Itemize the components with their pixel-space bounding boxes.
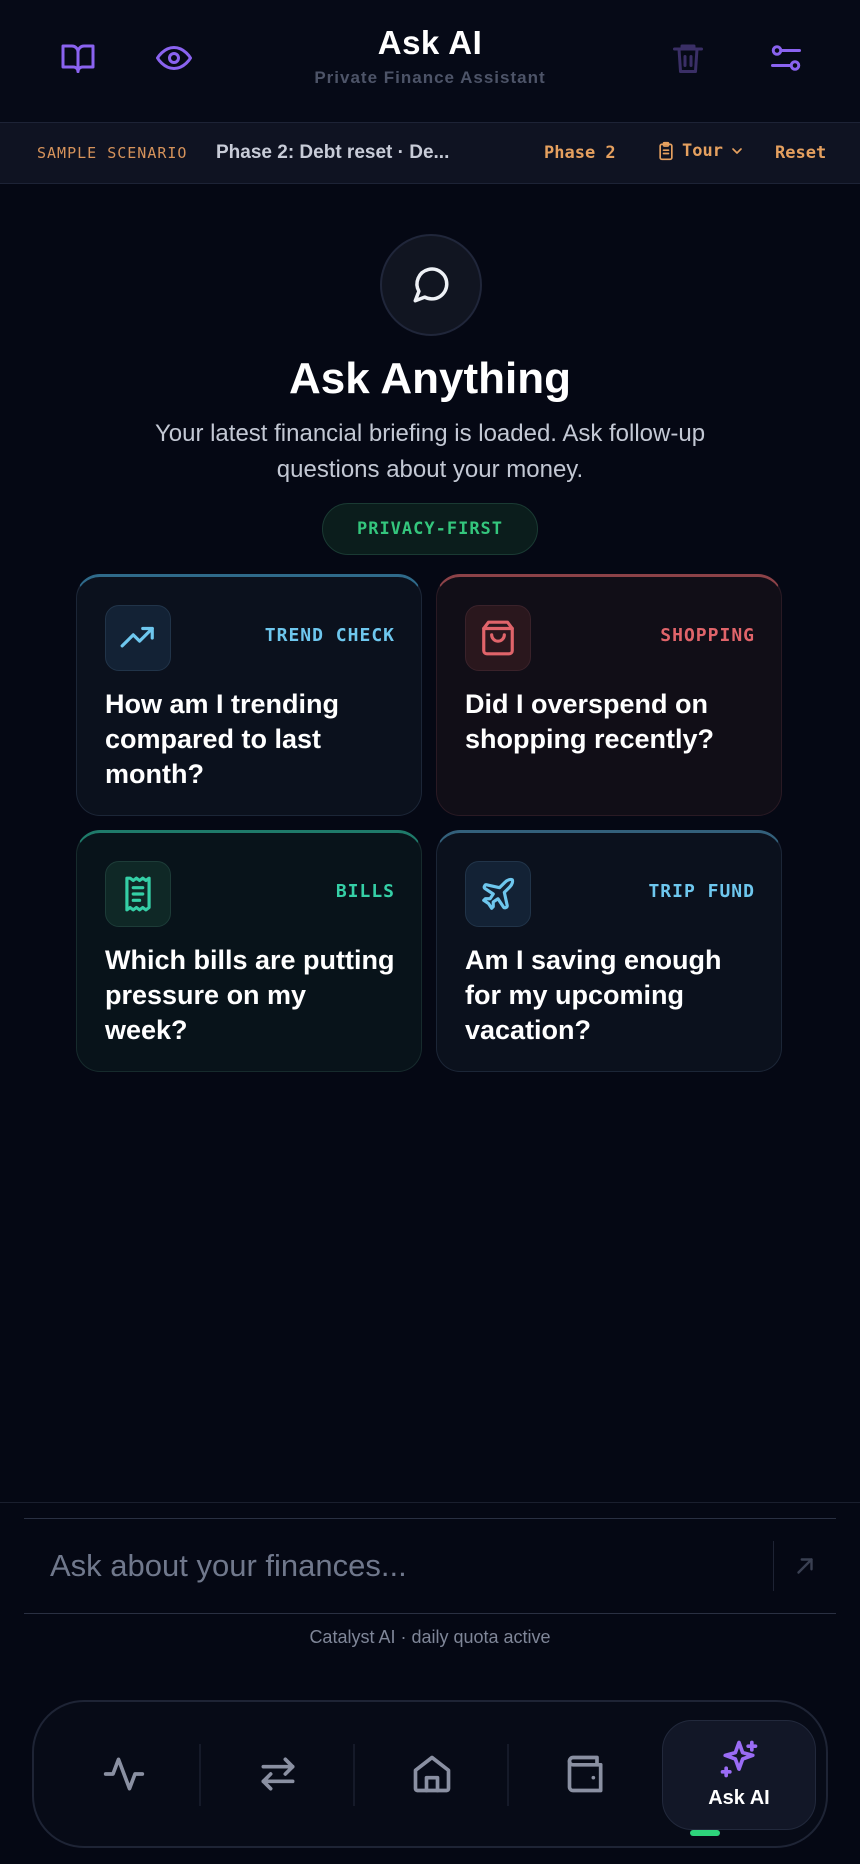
wallet-icon xyxy=(567,1755,603,1793)
composer-divider xyxy=(0,1502,860,1503)
quota-status: Catalyst AI · daily quota active xyxy=(309,1627,551,1647)
card-tag: BILLS xyxy=(335,881,395,902)
home-icon xyxy=(413,1755,451,1793)
nav-wallet[interactable] xyxy=(526,1722,646,1826)
clipboard-icon xyxy=(659,141,673,161)
scenario-phase-description[interactable]: Phase 2: Debt reset · De... xyxy=(216,142,449,164)
activity-icon xyxy=(103,1757,145,1791)
receipt-icon xyxy=(125,876,151,912)
card-tag: TREND CHECK xyxy=(264,625,395,646)
bills-icon-box xyxy=(105,861,171,927)
trend-icon-box xyxy=(105,605,171,671)
app-header: Ask AI Private Finance Assistant xyxy=(0,0,860,122)
card-question: How am I trending compared to last month… xyxy=(105,689,340,789)
nav-divider xyxy=(353,1744,355,1806)
transfer-icon xyxy=(261,1757,295,1791)
reset-button[interactable]: Reset xyxy=(775,143,826,163)
nav-ask-ai[interactable]: Ask AI xyxy=(662,1720,816,1830)
privacy-badge: PRIVACY-FIRST xyxy=(322,503,538,555)
suggestion-card-bills[interactable]: BILLS Which bills are putting pressure o… xyxy=(76,830,422,1072)
tour-dropdown[interactable]: Tour xyxy=(656,141,745,161)
trending-up-icon xyxy=(120,626,154,648)
suggestion-card-trip[interactable]: TRIP FUND Am I saving enough for my upco… xyxy=(436,830,782,1072)
card-tag: TRIP FUND xyxy=(648,881,755,902)
clear-chat-button[interactable] xyxy=(660,30,716,86)
settings-button[interactable] xyxy=(758,30,814,86)
shopping-bag-icon xyxy=(482,620,514,656)
nav-home[interactable] xyxy=(372,1722,492,1826)
chevron-down-icon xyxy=(732,148,742,154)
page-title: Ask AI xyxy=(377,24,483,61)
shopping-icon-box xyxy=(465,605,531,671)
card-question: Did I overspend on shopping recently? xyxy=(465,689,715,754)
trip-icon-box xyxy=(465,861,531,927)
plane-icon xyxy=(482,877,515,910)
chat-bubble-badge xyxy=(380,234,482,336)
hero-title: Ask Anything xyxy=(289,354,571,403)
scenario-label: SAMPLE SCENARIO xyxy=(37,144,188,162)
nav-divider xyxy=(199,1744,201,1806)
page-subtitle: Private Finance Assistant xyxy=(314,68,546,87)
nav-ask-ai-label: Ask AI xyxy=(708,1786,770,1809)
scenario-bar: SAMPLE SCENARIO Phase 2: Debt reset · De… xyxy=(0,122,860,184)
nav-activity[interactable] xyxy=(64,1722,184,1826)
card-question: Am I saving enough for my upcoming vacat… xyxy=(465,945,722,1045)
card-question: Which bills are putting pressure on my w… xyxy=(105,945,395,1045)
trash-icon xyxy=(673,44,703,73)
message-circle-icon xyxy=(413,267,449,303)
hero-subtitle: Your latest financial briefing is loaded… xyxy=(154,420,706,483)
settings-sliders-icon xyxy=(771,45,801,71)
bottom-navigation: Ask AI xyxy=(32,1700,828,1848)
sparkles-icon xyxy=(720,1740,758,1777)
suggestion-card-shopping[interactable]: SHOPPING Did I overspend on shopping rec… xyxy=(436,574,782,816)
send-arrow-icon xyxy=(797,1558,813,1574)
send-button[interactable] xyxy=(773,1541,836,1591)
active-tab-indicator xyxy=(690,1830,720,1836)
card-tag: SHOPPING xyxy=(660,625,755,646)
tour-label: Tour xyxy=(682,141,723,161)
composer xyxy=(24,1518,836,1614)
nav-transactions[interactable] xyxy=(218,1722,338,1826)
chat-input[interactable] xyxy=(48,1543,752,1589)
phase-selector[interactable]: Phase 2 xyxy=(544,143,616,163)
suggestion-card-trend[interactable]: TREND CHECK How am I trending compared t… xyxy=(76,574,422,816)
nav-divider xyxy=(507,1744,509,1806)
